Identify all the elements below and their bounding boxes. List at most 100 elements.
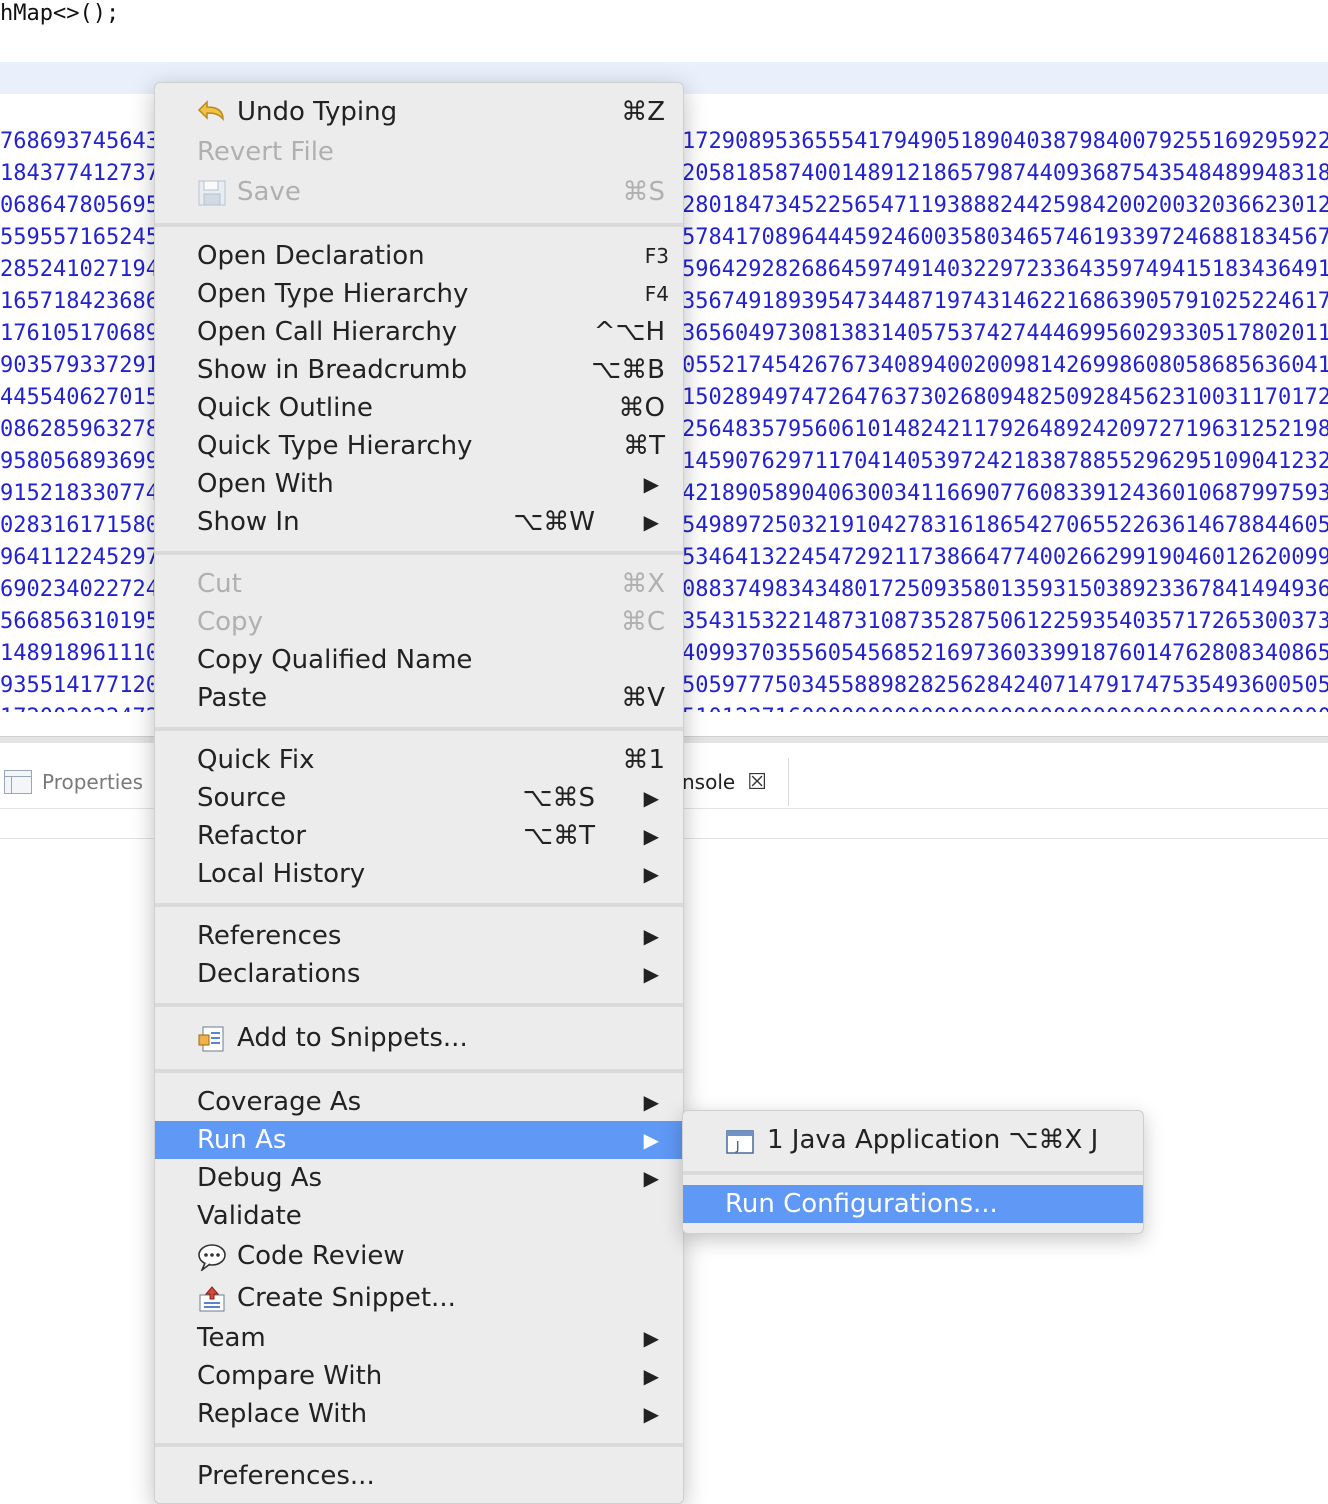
menu-separator [155, 1443, 683, 1447]
tab-console-label: nsole [682, 770, 736, 794]
code-number-line: 935514177120 [0, 673, 156, 698]
submenu-arrow-icon: ▶ [643, 786, 659, 810]
menu-item-quick-fix[interactable]: Quick Fix ⌘1 [155, 741, 683, 779]
menu-separator [155, 903, 683, 907]
java-app-icon: J [725, 1127, 755, 1155]
menu-item-copy-qualified-name[interactable]: Copy Qualified Name [155, 641, 683, 679]
snippet-add-icon [197, 1025, 225, 1052]
menu-item-declarations[interactable]: Declarations ▶ [155, 955, 683, 993]
code-number-line: 2058185874001489121865798744093687543548… [682, 161, 1328, 186]
code-number-line: 2801847345225654711938882442598420020032… [682, 193, 1328, 218]
code-number-line: 086285963278 [0, 417, 156, 442]
code-number-line: 559557165245 [0, 225, 156, 250]
code-number-line: 4218905890406300341166907760833912436010… [682, 481, 1328, 506]
menu-item-source[interactable]: Source ⌥⌘S ▶ [155, 779, 683, 817]
tab-properties[interactable]: Properties [4, 766, 143, 798]
code-number-line: 068647805695 [0, 193, 156, 218]
code-number-line: 768693745643 [0, 129, 156, 154]
code-number-line: 0552174542676734089400200981426998608058… [682, 353, 1328, 378]
editor-right-numbers[interactable]: 1729089536555417949051890403879840079255… [682, 126, 1328, 712]
menu-item-cut[interactable]: Cut ⌘X [155, 565, 683, 603]
menu-separator [155, 551, 683, 555]
menu-separator [155, 1069, 683, 1073]
code-number-line: 028316171580 [0, 513, 156, 538]
submenu-arrow-icon: ▶ [643, 472, 659, 496]
code-number-line: 5964292826864597491403229723364359749415… [682, 257, 1328, 282]
code-number-line: 285241027194 [0, 257, 156, 282]
menu-item-show-in[interactable]: Show In ⌥⌘W ▶ [155, 503, 683, 541]
menu-item-validate[interactable]: Validate [155, 1197, 683, 1235]
submenu-arrow-icon: ▶ [643, 1402, 659, 1426]
code-number-line: 2564835795606101482421179264892420972719… [682, 417, 1328, 442]
menu-item-revert-file[interactable]: Revert File [155, 133, 683, 171]
submenu-arrow-icon: ▶ [643, 1364, 659, 1388]
menu-item-open-type-hierarchy[interactable]: Open Type Hierarchy F4 [155, 275, 683, 313]
code-number-line: 903579337291 [0, 353, 156, 378]
menu-separator [155, 1003, 683, 1007]
close-icon[interactable]: ☒ [747, 770, 767, 795]
snippet-create-icon [197, 1285, 225, 1312]
submenu-arrow-icon: ▶ [643, 824, 659, 848]
context-menu: Undo Typing ⌘Z Revert File Save ⌘S Open … [154, 82, 684, 1504]
code-number-line: 184377412737 [0, 161, 156, 186]
properties-table-icon [4, 770, 32, 794]
code-number-line: 5346413224547292117386647740026629919046… [682, 545, 1328, 570]
menu-item-add-to-snippets[interactable]: Add to Snippets... [155, 1019, 683, 1057]
code-number-line: 176105170689 [0, 321, 156, 346]
menu-item-compare-with[interactable]: Compare With ▶ [155, 1357, 683, 1395]
menu-item-open-declaration[interactable]: Open Declaration F3 [155, 237, 683, 275]
menu-item-quick-type-hierarchy[interactable]: Quick Type Hierarchy ⌘T [155, 427, 683, 465]
code-number-line: 5101227160000000000000000000000000000000… [682, 702, 1328, 712]
menu-item-team[interactable]: Team ▶ [155, 1319, 683, 1357]
menu-item-paste[interactable]: Paste ⌘V [155, 679, 683, 717]
menu-item-refactor[interactable]: Refactor ⌥⌘T ▶ [155, 817, 683, 855]
code-number-line: 1729089536555417949051890403879840079255… [682, 129, 1328, 154]
code-number-line: 1459076297117041405397242183878855296295… [682, 449, 1328, 474]
submenu-arrow-icon: ▶ [643, 1090, 659, 1114]
tab-console[interactable]: nsole ☒ [682, 758, 789, 806]
code-number-line: 3656049730813831405753742744469956029330… [682, 321, 1328, 346]
menu-item-copy[interactable]: Copy ⌘C [155, 603, 683, 641]
code-number-line: 915218330774 [0, 481, 156, 506]
submenu-item-run-configurations[interactable]: Run Configurations... [683, 1185, 1143, 1223]
speech-bubble-icon [197, 1243, 226, 1273]
menu-item-code-review[interactable]: Code Review [155, 1237, 683, 1275]
menu-item-run-as[interactable]: Run As ▶ [155, 1121, 683, 1159]
menu-item-references[interactable]: References ▶ [155, 917, 683, 955]
menu-item-debug-as[interactable]: Debug As ▶ [155, 1159, 683, 1197]
menu-item-open-with[interactable]: Open With ▶ [155, 465, 683, 503]
svg-text:J: J [735, 1139, 740, 1153]
code-number-line: 172002022472 [0, 702, 156, 712]
submenu-arrow-icon: ▶ [643, 962, 659, 986]
code-number-line: 5784170896444592460035803465746193397246… [682, 225, 1328, 250]
menu-item-replace-with[interactable]: Replace With ▶ [155, 1395, 683, 1433]
code-number-line: 690234022724 [0, 577, 156, 602]
menu-item-local-history[interactable]: Local History ▶ [155, 855, 683, 893]
undo-arrow-icon [197, 99, 225, 125]
menu-item-create-snippet[interactable]: Create Snippet... [155, 1279, 683, 1317]
run-as-submenu: J 1 Java Application ⌥⌘X J Run Configura… [682, 1110, 1144, 1234]
code-number-line: 445540627015 [0, 385, 156, 410]
editor-left-numbers[interactable]: 768693745643 184377412737 068647805695 5595… [0, 126, 156, 712]
menu-item-show-in-breadcrumb[interactable]: Show in Breadcrumb ⌥⌘B [155, 351, 683, 389]
menu-item-undo-typing[interactable]: Undo Typing ⌘Z [155, 93, 683, 131]
code-number-line: 964112245297 [0, 545, 156, 570]
menu-item-save[interactable]: Save ⌘S [155, 173, 683, 211]
code-number-line: 148918961110 [0, 641, 156, 666]
submenu-arrow-icon: ▶ [643, 510, 659, 534]
menu-item-open-call-hierarchy[interactable]: Open Call Hierarchy ^⌥H [155, 313, 683, 351]
menu-item-preferences[interactable]: Preferences... [155, 1457, 683, 1495]
menu-item-quick-outline[interactable]: Quick Outline ⌘O [155, 389, 683, 427]
menu-separator [155, 727, 683, 731]
code-line: hMap<>(); [0, 1, 120, 26]
code-number-line: 566856310195 [0, 609, 156, 634]
submenu-arrow-icon: ▶ [643, 1166, 659, 1190]
tab-properties-label: Properties [42, 770, 144, 794]
menu-item-coverage-as[interactable]: Coverage As ▶ [155, 1083, 683, 1121]
code-number-line: 1502894974726476373026809482509284562310… [682, 385, 1328, 410]
code-number-line: 4099370355605456852169736033991876014762… [682, 641, 1328, 666]
code-number-line: 3543153221487310873528750612259354035717… [682, 609, 1328, 634]
submenu-item-java-application[interactable]: J 1 Java Application ⌥⌘X J [683, 1121, 1143, 1159]
code-number-line: 958056893699 [0, 449, 156, 474]
submenu-arrow-icon: ▶ [643, 1326, 659, 1350]
